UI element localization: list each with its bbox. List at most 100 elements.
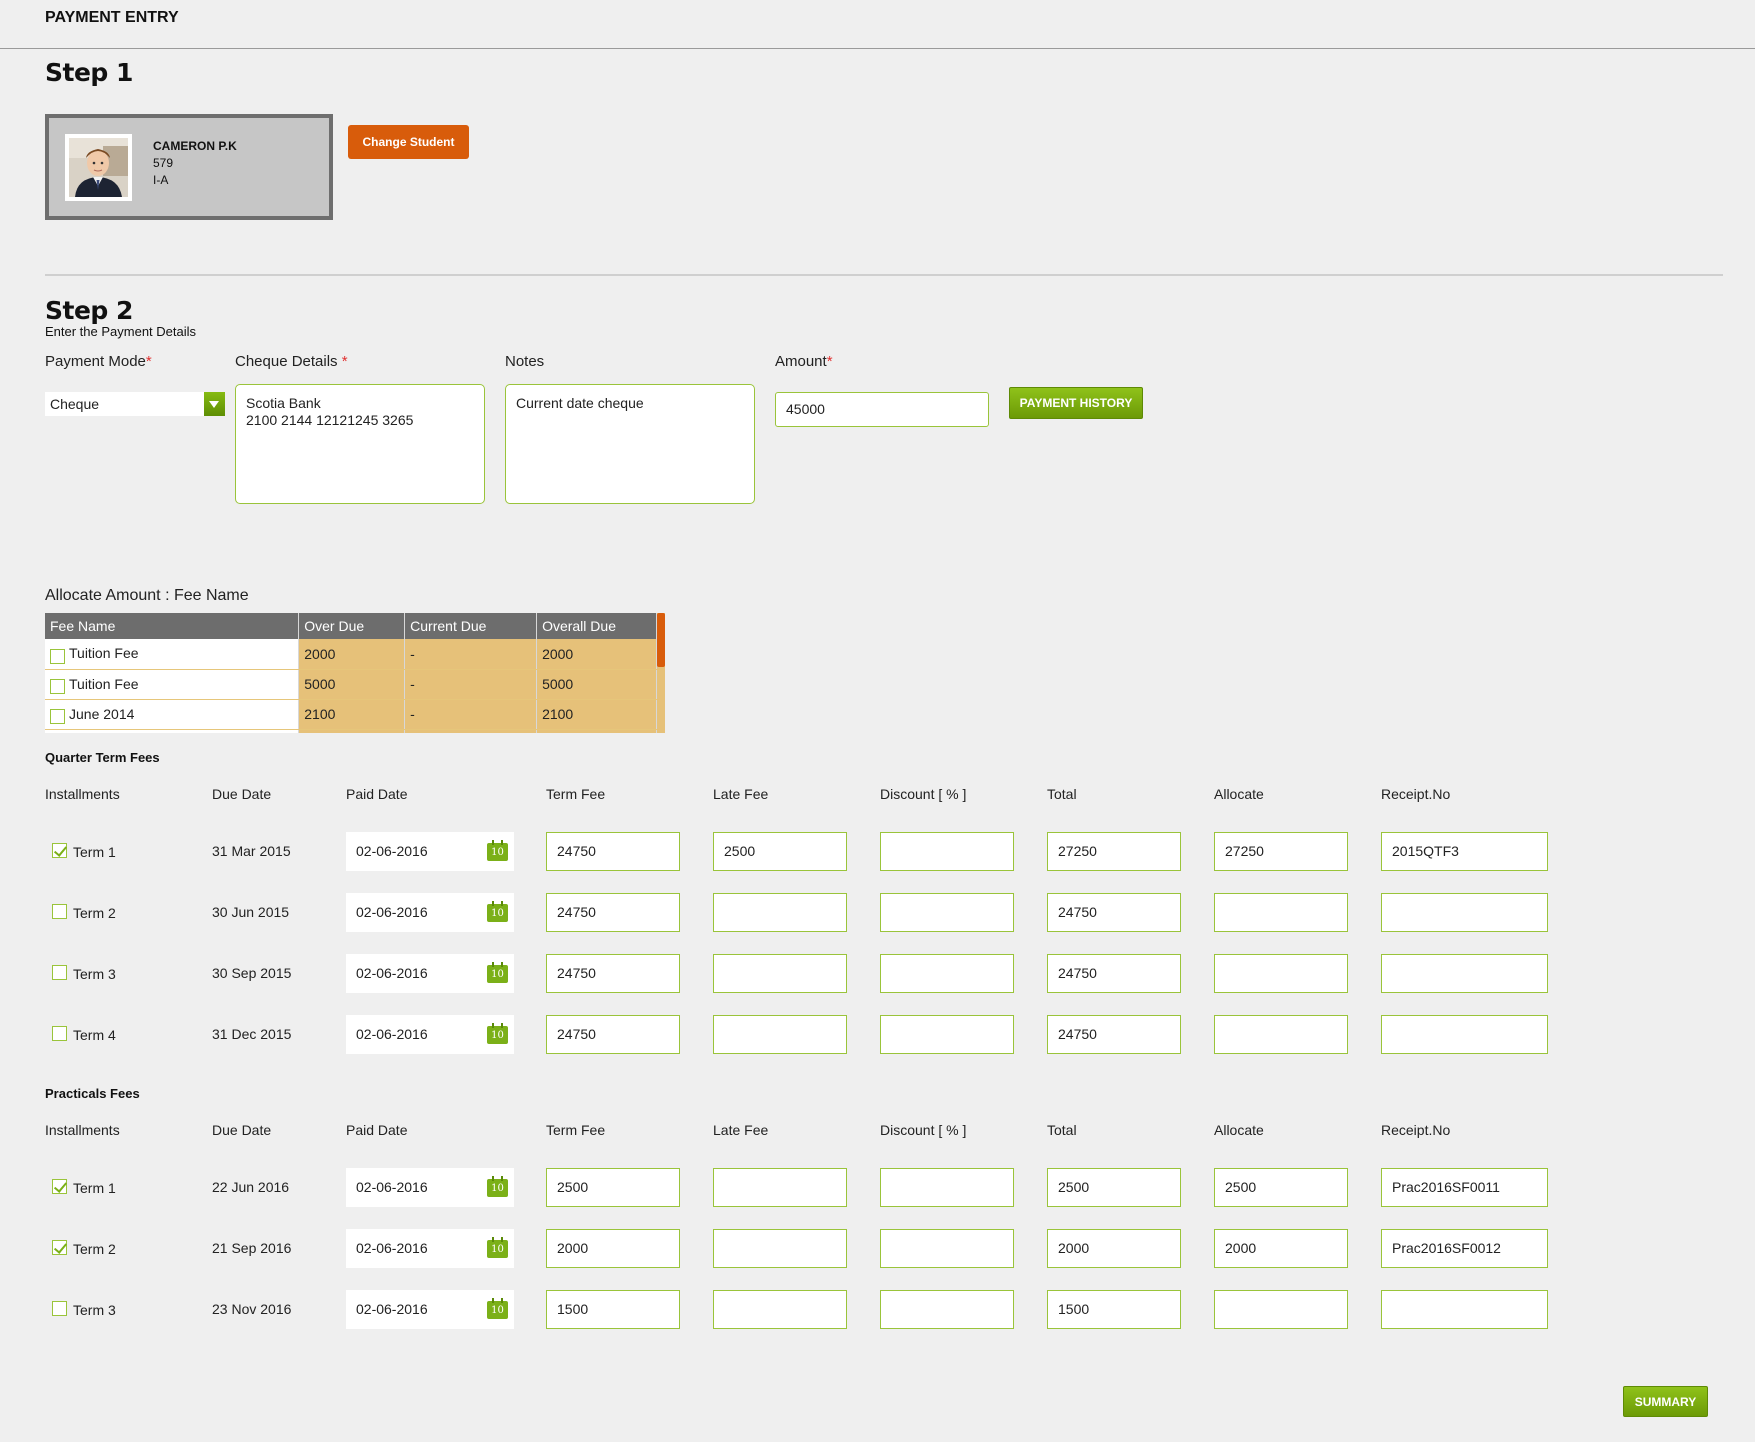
cheque-details-input[interactable]: Scotia Bank 2100 2144 12121245 3265 [235,384,485,504]
change-student-button[interactable]: Change Student [348,125,469,159]
late-fee-input[interactable] [713,1229,847,1268]
amount-input[interactable]: 45000 [775,392,989,427]
fee-name: Tuition Fee [69,645,139,662]
paid-date-picker[interactable]: 02-06-2016 10 [346,1229,514,1268]
installment-checkbox[interactable] [52,1179,67,1194]
calendar-icon[interactable]: 10 [487,1298,508,1319]
discount-input[interactable] [880,832,1014,871]
allocate-table-container[interactable]: Fee Name Over Due Current Due Overall Du… [45,613,665,733]
discount-input[interactable] [880,1168,1014,1207]
receipt-no-input[interactable] [1381,1015,1548,1054]
total-input[interactable]: 24750 [1047,954,1181,993]
term-fee-input[interactable]: 2500 [546,1168,680,1207]
allocate-input[interactable] [1214,954,1348,993]
late-fee-input[interactable] [713,954,847,993]
discount-input[interactable] [880,893,1014,932]
allocate-scrollbar-thumb[interactable] [657,613,665,667]
paid-date-picker[interactable]: 02-06-2016 10 [346,893,514,932]
calendar-icon[interactable]: 10 [487,1176,508,1197]
fee-checkbox[interactable] [50,709,65,725]
term-fee-input[interactable]: 24750 [546,832,680,871]
current-due-cell: - [404,699,538,730]
term-fee-input[interactable]: 2000 [546,1229,680,1268]
quarter-term-fees-col-allocate: Allocate [1214,786,1264,802]
over-due-cell [298,729,406,733]
current-due-cell [404,729,538,733]
calendar-icon[interactable]: 10 [487,1237,508,1258]
term-fee-input[interactable]: 24750 [546,893,680,932]
due-date: 21 Sep 2016 [212,1240,292,1256]
step1-heading: Step 1 [45,58,133,87]
allocate-input[interactable] [1214,893,1348,932]
total-input[interactable]: 24750 [1047,893,1181,932]
fee-checkbox[interactable] [50,679,65,695]
paid-date-picker[interactable]: 02-06-2016 10 [346,954,514,993]
late-fee-input[interactable] [713,1015,847,1054]
calendar-icon[interactable]: 10 [487,1023,508,1044]
discount-input[interactable] [880,1290,1014,1329]
late-fee-input[interactable] [713,893,847,932]
receipt-no-input[interactable] [1381,954,1548,993]
col-fee-name: Fee Name [45,613,300,639]
installment-checkbox[interactable] [52,1240,67,1255]
summary-button[interactable]: SUMMARY [1623,1386,1708,1417]
allocate-input[interactable]: 2000 [1214,1229,1348,1268]
receipt-no-input[interactable]: Prac2016SF0011 [1381,1168,1548,1207]
installment-checkbox[interactable] [52,843,67,858]
step2-subtitle: Enter the Payment Details [45,324,197,339]
receipt-no-input[interactable]: Prac2016SF0012 [1381,1229,1548,1268]
notes-input[interactable]: Current date cheque [505,384,755,504]
term-fee-input[interactable]: 1500 [546,1290,680,1329]
discount-input[interactable] [880,1015,1014,1054]
total-input[interactable]: 2000 [1047,1229,1181,1268]
practicals-fees-title: Practicals Fees [45,1086,140,1101]
total-input[interactable]: 24750 [1047,1015,1181,1054]
discount-input[interactable] [880,1229,1014,1268]
term-fee-input[interactable]: 24750 [546,954,680,993]
col-over-due: Over Due [298,613,406,639]
allocate-input[interactable] [1214,1015,1348,1054]
discount-input[interactable] [880,954,1014,993]
quarter-term-fees-col-installments: Installments [45,786,120,802]
allocate-input[interactable] [1214,1290,1348,1329]
installment-checkbox[interactable] [52,1026,67,1041]
receipt-no-input[interactable] [1381,1290,1548,1329]
allocate-input[interactable]: 2500 [1214,1168,1348,1207]
total-input[interactable]: 27250 [1047,832,1181,871]
table-row: Tuition Fee 5000 - 5000 [45,669,657,700]
installment-checkbox[interactable] [52,1301,67,1316]
total-input[interactable]: 1500 [1047,1290,1181,1329]
fee-checkbox[interactable] [50,649,65,665]
receipt-no-input[interactable]: 2015QTF3 [1381,832,1548,871]
due-date: 23 Nov 2016 [212,1301,292,1317]
quarter-term-fees-col-paid-date: Paid Date [346,786,408,802]
calendar-icon[interactable]: 10 [487,901,508,922]
late-fee-input[interactable]: 2500 [713,832,847,871]
installment-checkbox[interactable] [52,965,67,980]
fee-name-cell [45,729,300,733]
installment-checkbox[interactable] [52,904,67,919]
paid-date-picker[interactable]: 02-06-2016 10 [346,1168,514,1207]
total-input[interactable]: 2500 [1047,1168,1181,1207]
practicals-fees-col-paid-date: Paid Date [346,1122,408,1138]
allocate-table: Fee Name Over Due Current Due Overall Du… [45,613,657,733]
paid-date-picker[interactable]: 02-06-2016 10 [346,832,514,871]
payment-history-button[interactable]: PAYMENT HISTORY [1009,387,1143,419]
calendar-icon[interactable]: 10 [487,962,508,983]
paid-date-picker[interactable]: 02-06-2016 10 [346,1015,514,1054]
payment-mode-select[interactable]: Cheque [45,392,225,416]
student-photo-icon [69,138,128,197]
installment-term: Term 4 [73,1027,116,1043]
calendar-icon[interactable]: 10 [487,840,508,861]
chevron-down-icon[interactable] [204,392,225,416]
fee-name: June 2014 [69,705,135,722]
late-fee-input[interactable] [713,1168,847,1207]
paid-date-picker[interactable]: 02-06-2016 10 [346,1290,514,1329]
allocate-input[interactable]: 27250 [1214,832,1348,871]
col-overall-due: Overall Due [536,613,657,639]
late-fee-input[interactable] [713,1290,847,1329]
receipt-no-input[interactable] [1381,893,1548,932]
term-fee-input[interactable]: 24750 [546,1015,680,1054]
due-date: 31 Mar 2015 [212,843,291,859]
over-due-cell: 2100 [298,699,406,730]
